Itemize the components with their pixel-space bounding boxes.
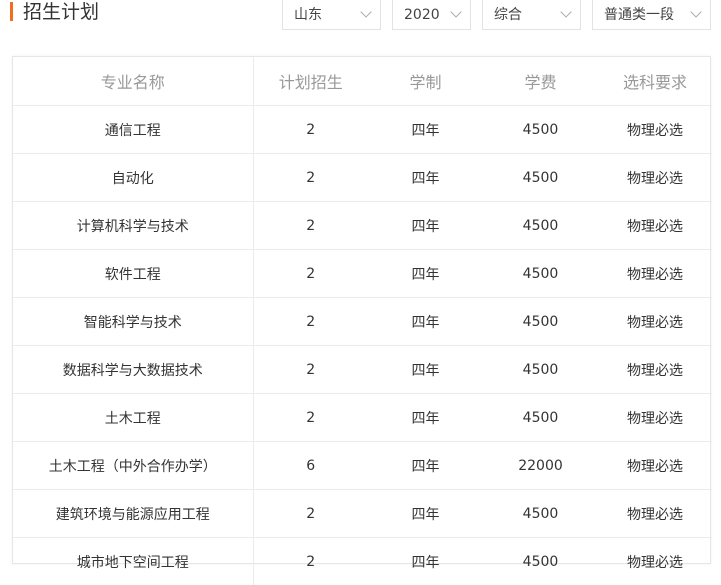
cell-major-name: 土木工程（中外合作办学） [13,442,253,490]
column-header-subject-requirement: 选科要求 [598,57,712,106]
cell-major-name: 自动化 [13,154,253,202]
cell-duration: 四年 [368,250,483,298]
province-select[interactable]: 山东 [282,0,381,30]
cell-major-name: 计算机科学与技术 [13,202,253,250]
cell-subject-requirement: 物理必选 [598,442,712,490]
cell-duration: 四年 [368,538,483,585]
cell-tuition: 4500 [483,346,598,394]
table-row: 数据科学与大数据技术2四年4500物理必选 [13,346,712,394]
table-row: 土木工程（中外合作办学）6四年22000物理必选 [13,442,712,490]
title-accent-bar [10,2,13,21]
column-header-quota: 计划招生 [253,57,368,106]
cell-quota: 2 [253,538,368,585]
cell-tuition: 4500 [483,202,598,250]
subject-type-select[interactable]: 综合 [482,0,581,30]
cell-tuition: 4500 [483,538,598,585]
cell-duration: 四年 [368,490,483,538]
cell-duration: 四年 [368,346,483,394]
table-row: 智能科学与技术2四年4500物理必选 [13,298,712,346]
cell-major-name: 通信工程 [13,106,253,154]
cell-quota: 6 [253,442,368,490]
cell-subject-requirement: 物理必选 [598,394,712,442]
cell-major-name: 土木工程 [13,394,253,442]
column-header-tuition: 学费 [483,57,598,106]
cell-subject-requirement: 物理必选 [598,346,712,394]
table-row: 软件工程2四年4500物理必选 [13,250,712,298]
cell-quota: 2 [253,346,368,394]
cell-tuition: 22000 [483,442,598,490]
cell-duration: 四年 [368,298,483,346]
chevron-down-icon [450,6,461,17]
cell-subject-requirement: 物理必选 [598,490,712,538]
batch-select-value: 普通类一段 [604,7,674,23]
table-row: 计算机科学与技术2四年4500物理必选 [13,202,712,250]
cell-quota: 2 [253,490,368,538]
cell-quota: 2 [253,394,368,442]
page-title: 招生计划 [23,0,99,25]
cell-subject-requirement: 物理必选 [598,154,712,202]
cell-major-name: 建筑环境与能源应用工程 [13,490,253,538]
cell-tuition: 4500 [483,250,598,298]
column-header-major: 专业名称 [13,57,253,106]
cell-duration: 四年 [368,394,483,442]
cell-major-name: 软件工程 [13,250,253,298]
cell-tuition: 4500 [483,394,598,442]
table-row: 城市地下空间工程2四年4500物理必选 [13,538,712,585]
batch-select[interactable]: 普通类一段 [592,0,711,30]
cell-tuition: 4500 [483,106,598,154]
cell-quota: 2 [253,106,368,154]
province-select-value: 山东 [294,7,322,23]
cell-major-name: 城市地下空间工程 [13,538,253,585]
table-row: 土木工程2四年4500物理必选 [13,394,712,442]
cell-tuition: 4500 [483,298,598,346]
table-row: 自动化2四年4500物理必选 [13,154,712,202]
subject-type-select-value: 综合 [494,7,522,23]
chevron-down-icon [690,6,701,17]
cell-duration: 四年 [368,442,483,490]
table-row: 通信工程2四年4500物理必选 [13,106,712,154]
chevron-down-icon [360,6,371,17]
cell-tuition: 4500 [483,490,598,538]
cell-major-name: 智能科学与技术 [13,298,253,346]
table-header-row: 专业名称 计划招生 学制 学费 选科要求 [13,57,712,106]
cell-quota: 2 [253,298,368,346]
cell-quota: 2 [253,202,368,250]
cell-duration: 四年 [368,106,483,154]
cell-duration: 四年 [368,202,483,250]
enrollment-plan-table: 专业名称 计划招生 学制 学费 选科要求 通信工程2四年4500物理必选自动化2… [12,56,711,564]
cell-duration: 四年 [368,154,483,202]
cell-tuition: 4500 [483,154,598,202]
cell-subject-requirement: 物理必选 [598,298,712,346]
year-select-value: 2020 [404,7,440,23]
cell-quota: 2 [253,154,368,202]
year-select[interactable]: 2020 [392,0,471,30]
cell-subject-requirement: 物理必选 [598,538,712,585]
cell-subject-requirement: 物理必选 [598,250,712,298]
cell-subject-requirement: 物理必选 [598,106,712,154]
chevron-down-icon [560,6,571,17]
cell-quota: 2 [253,250,368,298]
table-row: 建筑环境与能源应用工程2四年4500物理必选 [13,490,712,538]
cell-subject-requirement: 物理必选 [598,202,712,250]
column-header-duration: 学制 [368,57,483,106]
cell-major-name: 数据科学与大数据技术 [13,346,253,394]
